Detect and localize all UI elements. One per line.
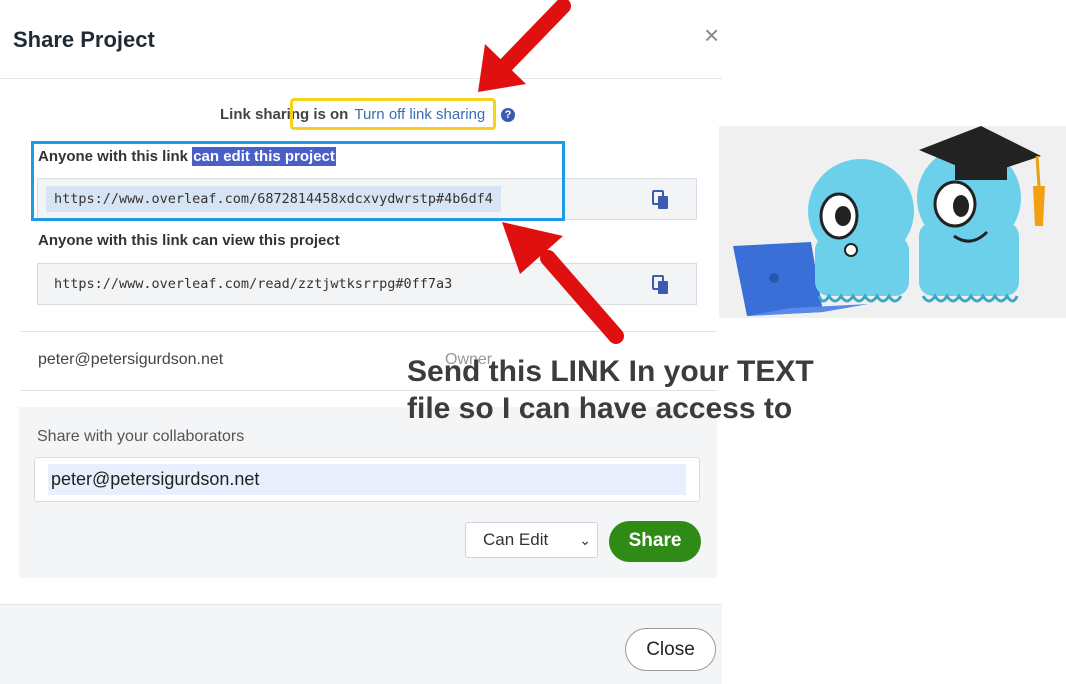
- annotation-line-2: file so I can have access to: [407, 392, 793, 425]
- close-icon[interactable]: ×: [704, 22, 719, 48]
- blue-highlight-box: [31, 141, 565, 221]
- view-link-url[interactable]: https://www.overleaf.com/read/zztjwtksrr…: [54, 276, 452, 292]
- yellow-highlight-box: [290, 98, 496, 130]
- share-with-collaborators-label: Share with your collaborators: [37, 428, 245, 445]
- view-link-label: Anyone with this link can view this proj…: [38, 232, 340, 249]
- member-email: peter@petersigurdson.net: [38, 351, 224, 368]
- view-link-box[interactable]: https://www.overleaf.com/read/zztjwtksrr…: [37, 263, 697, 305]
- close-button[interactable]: Close: [625, 628, 716, 671]
- copy-icon[interactable]: [652, 190, 670, 210]
- permission-select-value[interactable]: Can Edit: [483, 530, 548, 550]
- dialog-title: Share Project: [13, 27, 155, 52]
- share-project-dialog: Share Project × Link sharing is on Turn o…: [0, 0, 722, 684]
- permission-select[interactable]: Can Edit ⌄: [465, 522, 598, 558]
- dialog-header: Share Project ×: [0, 0, 722, 79]
- collaborator-input-wrapper[interactable]: [34, 457, 700, 502]
- divider: [20, 331, 717, 332]
- overleaf-mascot-illustration: [719, 126, 1066, 318]
- share-button[interactable]: Share: [609, 521, 701, 562]
- chevron-down-icon[interactable]: ⌄: [579, 532, 591, 549]
- help-icon[interactable]: ?: [501, 108, 515, 122]
- dialog-footer: [0, 604, 722, 684]
- annotation-text: Send this LINK In your TEXT file so I ca…: [407, 353, 814, 427]
- collaborator-email-input[interactable]: [48, 464, 686, 495]
- copy-icon[interactable]: [652, 275, 670, 295]
- annotation-line-1: Send this LINK In your TEXT: [407, 355, 814, 388]
